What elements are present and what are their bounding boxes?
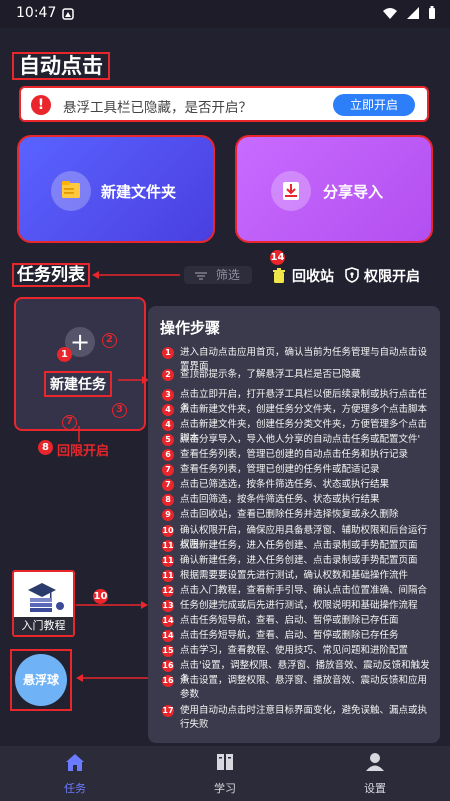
- step-number: 5: [162, 434, 174, 446]
- filter-label: 筛选: [215, 268, 240, 282]
- status-icons: [382, 6, 436, 20]
- user-icon: [364, 752, 386, 772]
- nav-label-task: 任务: [64, 782, 86, 795]
- nav-tab-learn[interactable]: 学习: [185, 752, 265, 796]
- tutorial-label: 入门教程: [14, 617, 73, 635]
- step-text: 点击入门教程，查看新手引导、确认点击位置准确、间隔合: [180, 585, 428, 596]
- step-text: 根据需要要设置先进行测试，确认权数和基础操作流件: [180, 570, 409, 581]
- book-icon: [214, 752, 236, 772]
- annotation-badge-2: 2: [102, 333, 117, 348]
- battery-icon: [428, 6, 436, 20]
- floating-ball-button[interactable]: 悬浮球: [15, 654, 67, 706]
- step-text: 点击回收站，查看已删除任务并选择恢复或永久删除: [180, 509, 399, 520]
- annotation-arrow: [76, 601, 148, 609]
- new-folder-card[interactable]: 新建文件夹: [17, 135, 215, 243]
- task-list-title: 任务列表: [12, 263, 90, 287]
- notification-icon: [62, 8, 74, 20]
- annotation-badge-1: 1: [57, 347, 72, 362]
- step-number: 7: [162, 464, 174, 476]
- step-number: 15: [162, 645, 174, 657]
- step-number: 14: [162, 630, 174, 642]
- enable-now-button[interactable]: 立即开启: [333, 94, 415, 116]
- tutorial-button[interactable]: 入门教程: [12, 570, 75, 637]
- status-time: 10:47: [16, 5, 57, 21]
- bottom-nav: 任务 学习 设置: [0, 746, 450, 801]
- step-text: 确认新建任务，进入任务创建、点击录制或手势配置页面: [180, 555, 418, 566]
- step-text: 点击分享导入，导入他人分享的自动点击任务或配置文件': [180, 434, 421, 445]
- banner-text: 悬浮工具栏已隐藏，是否开启？: [63, 100, 252, 116]
- new-folder-label: 新建文件夹: [101, 183, 177, 201]
- nav-label-settings: 设置: [364, 782, 386, 795]
- step-number: 14: [162, 615, 174, 627]
- annotation-arrow: [76, 674, 148, 682]
- step-number: 8: [162, 494, 174, 506]
- step-text: 点击已筛选选，按条件筛选任务、状态或执行结果: [180, 479, 390, 490]
- back-home-label: 回限开启: [57, 444, 110, 459]
- step-text: 点击任务短导航，查看、启动、暂停或删除已存任面: [180, 615, 399, 626]
- step-text: 点击新建文件夹，创建任务分文件夹，方便理多个点击脚本: [180, 404, 428, 415]
- new-task-label: 新建任务: [44, 371, 112, 397]
- operation-steps-panel: 操作步骤 1 进入自动点击应用首页，确认当前为任务管理与自动点击设置界面 2 查顶部提…: [148, 306, 440, 743]
- shield-icon[interactable]: [345, 267, 359, 283]
- step-number: 16: [162, 660, 174, 672]
- annotation-arrow: [92, 271, 180, 279]
- floating-ball-frame: 悬浮球: [10, 649, 72, 711]
- step-number: 3: [162, 389, 174, 401]
- step-text: 使用自动动点击时注意目标界面变化，避免误触、漏点或执行失败: [180, 705, 428, 730]
- wifi-icon: [382, 6, 398, 20]
- folder-icon: [51, 171, 91, 211]
- step-number: 4: [162, 404, 174, 416]
- step-number: 9: [162, 509, 174, 521]
- recycle-bin-button[interactable]: 回收站: [292, 266, 334, 286]
- step-text: 点击回筛选，按条件筛选任务、状态或执行结果: [180, 494, 380, 505]
- nav-tab-settings[interactable]: 设置: [335, 752, 415, 796]
- step-number: 13: [162, 600, 174, 612]
- step-number: 7: [162, 479, 174, 491]
- step-text: 点击学习，查看教程、使用技巧、常见问题和进阶配置: [180, 645, 409, 656]
- permission-button[interactable]: 权限开启: [364, 266, 420, 286]
- step-number: 6: [162, 449, 174, 461]
- step-number: 10: [162, 525, 174, 537]
- graduation-cap-icon: [20, 576, 68, 616]
- annotation-arrow: [118, 376, 149, 384]
- share-import-label: 分享导入: [323, 183, 384, 201]
- filter-button[interactable]: 筛选: [184, 266, 252, 284]
- nav-label-learn: 学习: [214, 782, 236, 795]
- step-number: 11: [162, 570, 174, 582]
- step-number: 4: [162, 419, 174, 431]
- warning-icon: !: [31, 95, 51, 115]
- step-number: 17: [162, 705, 174, 717]
- page-title: 自动点击: [12, 52, 110, 80]
- step-text: 查看任务列表，管理已创建的任务件或配适记录: [180, 464, 380, 475]
- share-import-card[interactable]: 分享导入: [235, 135, 433, 243]
- annotation-badge-14: 14: [270, 250, 285, 265]
- filter-icon: [194, 271, 208, 281]
- status-bar: 10:47: [0, 0, 450, 28]
- new-task-card[interactable]: + 1 2 新建任务 3 7: [14, 297, 146, 431]
- step-text: 点击设置，调整权限、悬浮窗、播放音效、震动反馈和应用参数: [180, 675, 428, 700]
- annotation-badge-8: 8: [38, 440, 53, 455]
- recycle-bin-icon[interactable]: [272, 268, 286, 284]
- nav-tab-task[interactable]: 任务: [35, 752, 115, 796]
- step-text: 查看任务列表，管理已创建的自动点击任务和执行记录: [180, 449, 409, 460]
- step-number: 1: [162, 347, 174, 359]
- step-number: 11: [162, 540, 174, 552]
- signal-icon: [406, 6, 420, 20]
- step-text: 点击新建任务，进入任务创建、点击录制或手势配置页面: [180, 540, 418, 551]
- annotation-badge-3: 3: [112, 403, 127, 418]
- step-text: 任务创建完成或后先进行测试，权限说明和基础操作流程: [180, 600, 418, 611]
- step-text: 点击任务短导航，查看、启动、暂停或删除已存任务: [180, 630, 399, 641]
- step-number: 16: [162, 675, 174, 687]
- floating-toolbar-banner: ! 悬浮工具栏已隐藏，是否开启？ 立即开启: [19, 86, 429, 122]
- step-number: 2: [162, 369, 174, 381]
- home-icon: [64, 752, 86, 772]
- steps-title: 操作步骤: [160, 319, 221, 337]
- step-number: 12: [162, 585, 174, 597]
- step-number: 11: [162, 555, 174, 567]
- step-text: 查顶部提示条，了解悬浮工具栏是否已隐藏: [180, 369, 361, 380]
- import-icon: [271, 171, 311, 211]
- annotation-badge-10: 10: [93, 589, 108, 604]
